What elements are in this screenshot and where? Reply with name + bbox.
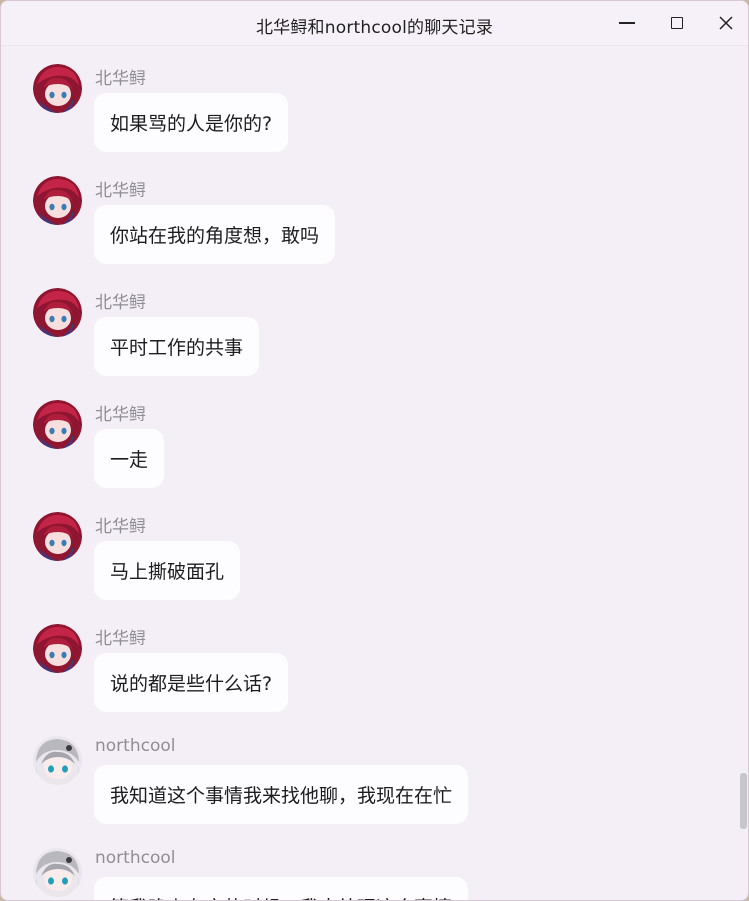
red-hair-avatar-icon	[33, 400, 82, 449]
message-item: 北华鲟 平时工作的共事	[1, 270, 748, 382]
minimize-icon	[619, 22, 635, 24]
sender-name: 北华鲟	[95, 517, 146, 537]
red-hair-avatar-icon	[33, 512, 82, 561]
avatar[interactable]	[33, 176, 82, 225]
sender-name: 北华鲟	[95, 629, 146, 649]
message-bubble[interactable]: 如果骂的人是你的?	[94, 93, 289, 152]
message-item: 北华鲟 说的都是些什么话?	[1, 606, 748, 718]
avatar[interactable]	[33, 400, 82, 449]
maximize-icon	[671, 17, 683, 29]
message-item: 北华鲟 如果骂的人是你的?	[1, 46, 748, 158]
message-bubble[interactable]: 你站在我的角度想，敢吗	[94, 205, 336, 264]
title-bar: 北华鲟和northcool的聊天记录	[1, 1, 748, 46]
maximize-button[interactable]	[657, 7, 697, 39]
silver-hair-avatar-icon	[33, 736, 82, 785]
message-bubble[interactable]: 我知道这个事情我来找他聊，我现在在忙	[94, 765, 469, 824]
sender-name: 北华鲟	[95, 293, 146, 313]
minimize-button[interactable]	[607, 7, 647, 39]
scrollbar-thumb[interactable]	[740, 773, 747, 829]
message-bubble[interactable]: 等我晚上有空的时候，我来处理这个事情	[94, 877, 469, 900]
chat-history-window: 北华鲟和northcool的聊天记录 北华鲟 如果骂的人是你的? 北华鲟 你站在…	[0, 0, 749, 901]
close-icon	[719, 16, 733, 30]
message-item: northcool 我知道这个事情我来找他聊，我现在在忙	[1, 718, 748, 830]
message-bubble[interactable]: 说的都是些什么话?	[94, 653, 289, 712]
sender-name: northcool	[95, 848, 176, 868]
avatar[interactable]	[33, 512, 82, 561]
message-item: northcool 等我晚上有空的时候，我来处理这个事情	[1, 830, 748, 900]
avatar[interactable]	[33, 288, 82, 337]
avatar[interactable]	[33, 736, 82, 785]
message-bubble[interactable]: 一走	[94, 429, 165, 488]
sender-name: 北华鲟	[95, 69, 146, 89]
avatar[interactable]	[33, 64, 82, 113]
avatar[interactable]	[33, 624, 82, 673]
close-button[interactable]	[706, 7, 746, 39]
silver-hair-avatar-icon	[33, 848, 82, 897]
sender-name: 北华鲟	[95, 181, 146, 201]
message-list[interactable]: 北华鲟 如果骂的人是你的? 北华鲟 你站在我的角度想，敢吗 北华鲟 平时工作的共…	[1, 46, 748, 900]
message-item: 北华鲟 一走	[1, 382, 748, 494]
sender-name: northcool	[95, 736, 176, 756]
red-hair-avatar-icon	[33, 288, 82, 337]
avatar[interactable]	[33, 848, 82, 897]
red-hair-avatar-icon	[33, 176, 82, 225]
message-bubble[interactable]: 马上撕破面孔	[94, 541, 241, 600]
sender-name: 北华鲟	[95, 405, 146, 425]
message-item: 北华鲟 你站在我的角度想，敢吗	[1, 158, 748, 270]
message-item: 北华鲟 马上撕破面孔	[1, 494, 748, 606]
message-bubble[interactable]: 平时工作的共事	[94, 317, 260, 376]
red-hair-avatar-icon	[33, 624, 82, 673]
red-hair-avatar-icon	[33, 64, 82, 113]
